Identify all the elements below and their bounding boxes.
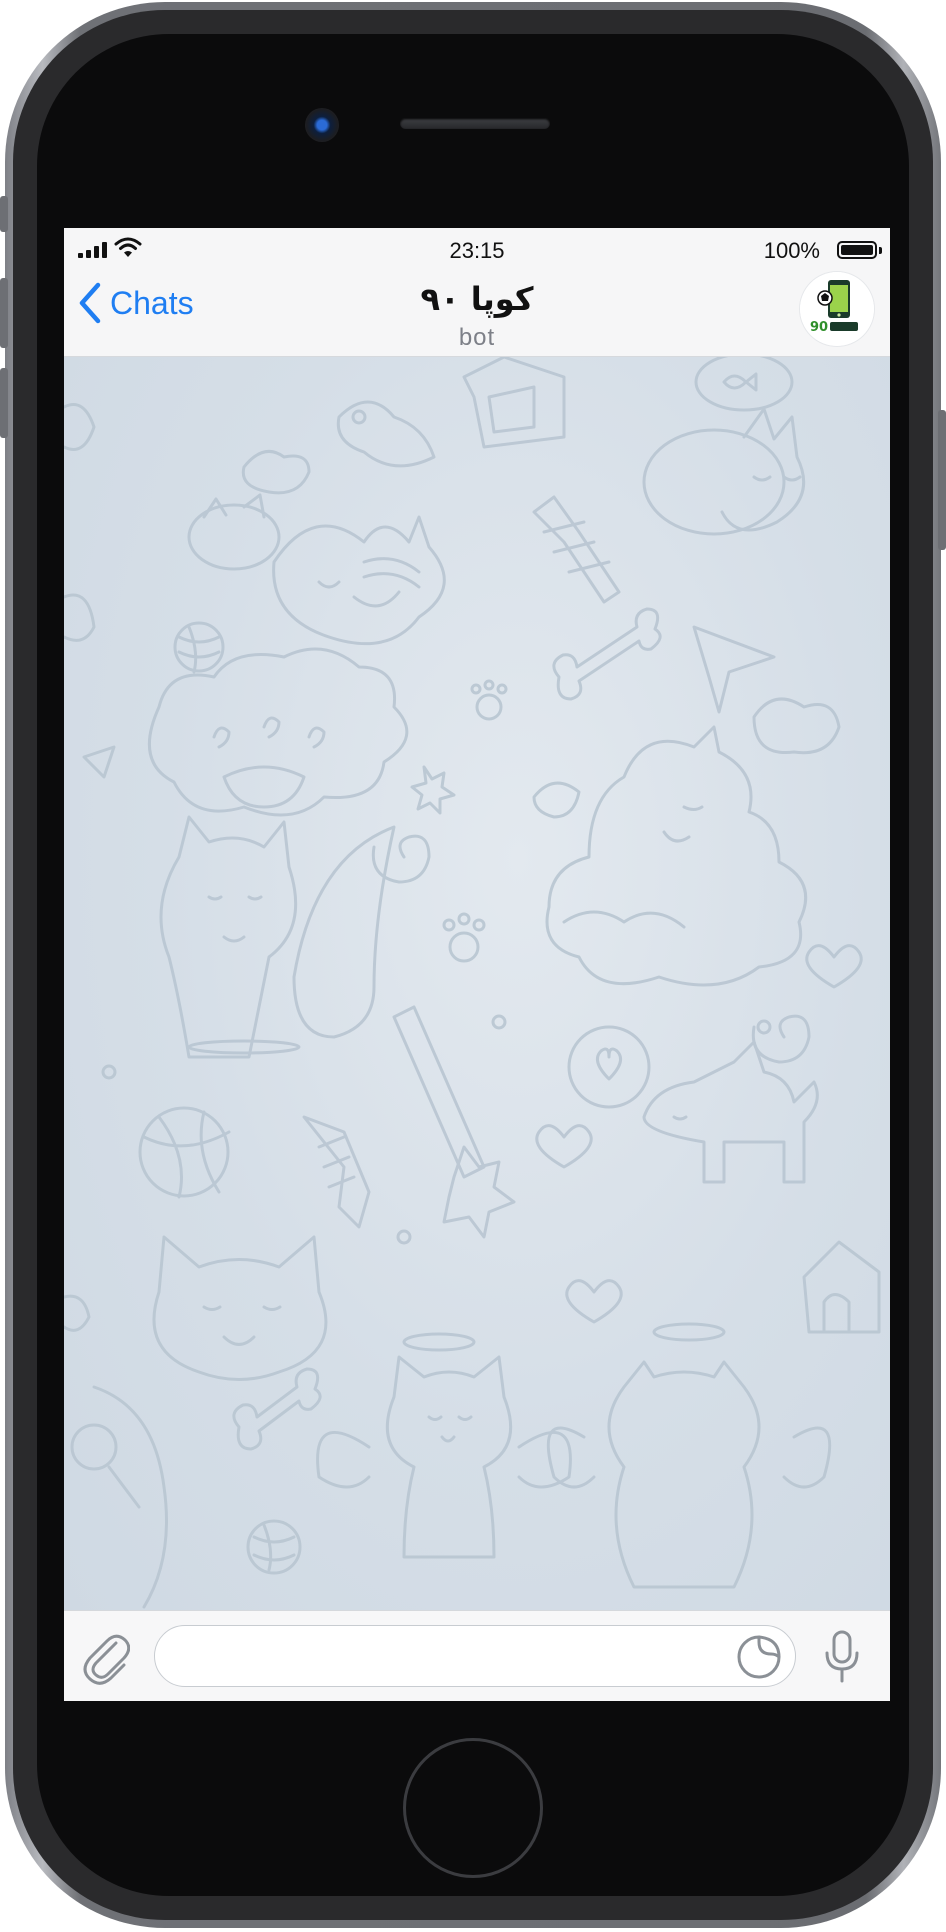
chat-title[interactable]: کوپا ۹۰ bbox=[64, 280, 890, 318]
front-camera bbox=[305, 108, 339, 142]
power-button bbox=[938, 410, 946, 550]
battery-fill bbox=[841, 245, 873, 255]
earpiece-speaker bbox=[400, 118, 550, 129]
mute-switch bbox=[0, 196, 8, 232]
doodle-pattern bbox=[64, 357, 881, 1609]
home-button[interactable] bbox=[403, 1738, 543, 1878]
paperclip-icon[interactable] bbox=[82, 1633, 130, 1685]
screen: 23:15 100% Chats کوپا ۹۰ bot 90 bbox=[64, 228, 890, 1701]
bot-avatar[interactable]: 90 bbox=[800, 272, 874, 346]
sticker-icon[interactable] bbox=[736, 1634, 782, 1680]
battery-tip bbox=[879, 247, 882, 254]
chat-background bbox=[64, 357, 890, 1610]
input-bar bbox=[64, 1610, 890, 1701]
status-bar: 23:15 100% bbox=[64, 228, 890, 272]
chat-subtitle: bot bbox=[458, 324, 496, 351]
bot-avatar-icon: 90 bbox=[800, 272, 874, 346]
volume-down-button bbox=[0, 368, 8, 438]
message-input[interactable] bbox=[154, 1625, 796, 1687]
nav-bar: Chats کوپا ۹۰ bot 90 bbox=[64, 272, 890, 357]
battery-icon bbox=[837, 241, 877, 259]
svg-text:90: 90 bbox=[810, 320, 828, 335]
volume-up-button bbox=[0, 278, 8, 348]
battery-percent: 100% bbox=[763, 238, 820, 263]
microphone-icon[interactable] bbox=[822, 1629, 862, 1685]
